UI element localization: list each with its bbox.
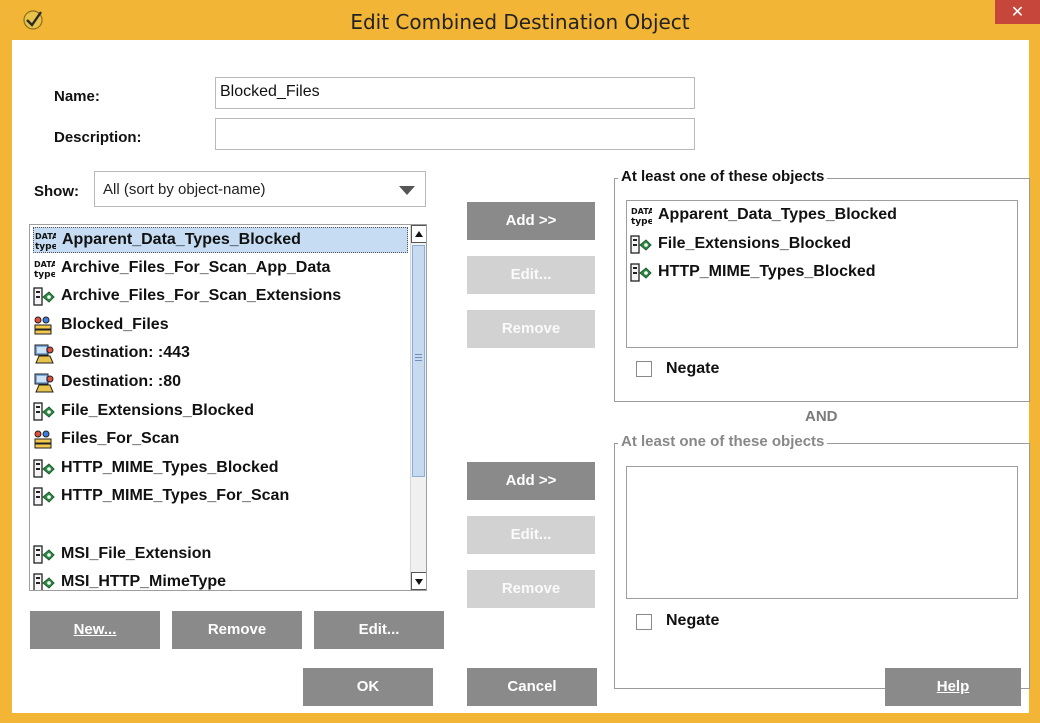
remove-button-group1[interactable]: Remove (467, 310, 595, 348)
show-selected-value: All (sort by object-name) (103, 181, 266, 198)
show-label: Show: (34, 183, 79, 200)
close-button[interactable]: ✕ (995, 0, 1040, 24)
combined-object-icon (33, 316, 55, 336)
file-extension-icon (33, 401, 55, 422)
ok-button[interactable]: OK (303, 668, 433, 706)
add-button-group1[interactable]: Add >> (467, 202, 595, 240)
vertical-scrollbar[interactable] (410, 225, 426, 590)
arrow-up-icon (415, 231, 423, 237)
description-label: Description: (54, 129, 142, 146)
object-list-item[interactable]: DATA type Apparent_Data_Types_Blocked (33, 227, 408, 253)
file-extension-icon (630, 263, 652, 283)
cancel-button[interactable]: Cancel (467, 668, 597, 706)
scroll-down-button[interactable] (411, 572, 426, 590)
svg-text:type: type (631, 217, 652, 226)
group2-negate-label: Negate (666, 612, 720, 629)
destination-icon (33, 344, 55, 364)
file-extension-icon (33, 544, 55, 565)
add-button-group2[interactable]: Add >> (467, 462, 595, 500)
object-list-item-label: HTTP_MIME_Types_For_Scan (61, 487, 290, 505)
group1-list-item-label: HTTP_MIME_Types_Blocked (658, 263, 876, 281)
show-dropdown[interactable]: All (sort by object-name) (94, 171, 426, 207)
object-list-item-label: MSI_HTTP_MimeType (61, 573, 227, 591)
new-button-label: New... (73, 621, 117, 638)
remove-button-group2[interactable]: Remove (467, 570, 595, 608)
file-extension-icon (33, 459, 55, 479)
help-button-label: Help (936, 678, 970, 695)
data-type-icon: DATA type (33, 259, 58, 280)
window-title: Edit Combined Destination Object (350, 10, 690, 34)
data-type-icon: DATA type (630, 206, 655, 227)
edit-button-label: Edit... (358, 621, 400, 638)
object-list-item-label: Archive_Files_For_Scan_Extensions (61, 287, 342, 305)
scroll-thumb[interactable] (412, 245, 425, 477)
svg-text:DATA: DATA (35, 232, 56, 241)
svg-text:type: type (35, 242, 56, 251)
svg-text:DATA: DATA (34, 260, 55, 269)
data-type-icon: DATA type (34, 231, 59, 252)
group1-list-item-label: File_Extensions_Blocked (658, 234, 851, 252)
scroll-up-button[interactable] (411, 225, 426, 243)
object-list-item-label: File_Extensions_Blocked (61, 401, 254, 419)
group1-list-item-label: Apparent_Data_Types_Blocked (658, 206, 897, 223)
file-extension-icon (33, 573, 55, 590)
dialog-body: Name: Blocked_Files Description: Show: A… (12, 40, 1030, 713)
destination-icon (33, 373, 55, 393)
remove-button[interactable]: Remove (172, 611, 302, 649)
object-list-item-label: Blocked_Files (61, 315, 169, 333)
title-bar[interactable]: Edit Combined Destination Object ✕ (0, 0, 1040, 40)
group1-object-list[interactable]: DATA type Apparent_Data_Types_Blocked File_… (626, 200, 1018, 348)
group2-title: At least one of these objects (618, 433, 828, 450)
name-label: Name: (54, 88, 100, 105)
remove-button-label: Remove (207, 621, 267, 638)
new-button[interactable]: New... (30, 611, 160, 649)
edit-button[interactable]: Edit... (314, 611, 444, 649)
description-input[interactable] (215, 118, 695, 150)
object-list-item-label: Destination: :80 (61, 373, 182, 390)
combined-object-icon (33, 430, 55, 450)
group1-title: At least one of these objects (618, 168, 828, 185)
object-list-item-label: Apparent_Data_Types_Blocked (62, 231, 301, 248)
group1-negate-label: Negate (666, 360, 720, 377)
object-list-item-label: HTTP_MIME_Types_Blocked (61, 458, 279, 476)
object-list-item-label: Archive_Files_For_Scan_App_Data (61, 258, 331, 276)
name-input[interactable]: Blocked_Files (215, 77, 695, 109)
file-extension-icon (33, 487, 55, 507)
file-extension-icon (630, 234, 652, 255)
group1-negate-checkbox[interactable] (636, 361, 652, 377)
object-list-item-label: Files_For_Scan (61, 430, 180, 448)
edit-button-group1[interactable]: Edit... (467, 256, 595, 294)
object-list-item-label: Destination: :443 (61, 344, 190, 362)
svg-text:type: type (34, 270, 55, 279)
group2-negate-checkbox[interactable] (636, 614, 652, 630)
file-extension-icon (33, 287, 55, 307)
group2-object-list[interactable] (626, 466, 1018, 599)
chevron-down-icon (399, 186, 415, 195)
object-list[interactable]: DATA type Apparent_Data_Types_Blocked DATA t… (29, 224, 427, 591)
object-list-item-label: MSI_File_Extension (61, 544, 212, 562)
arrow-down-icon (415, 579, 423, 585)
and-label: AND (805, 408, 838, 425)
help-button[interactable]: Help (885, 668, 1021, 706)
edit-button-group2[interactable]: Edit... (467, 516, 595, 554)
svg-text:DATA: DATA (631, 207, 652, 216)
